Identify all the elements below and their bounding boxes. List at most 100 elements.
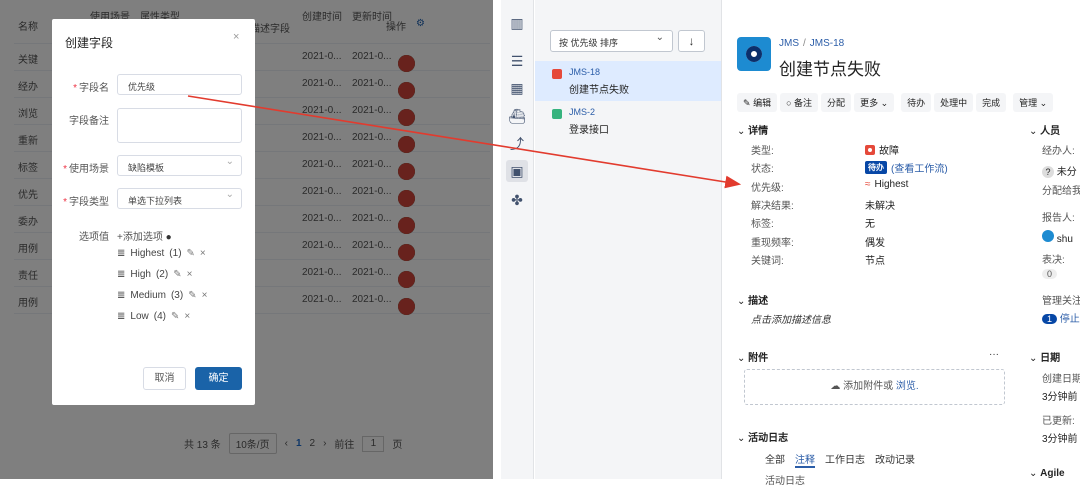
watchers-label: 管理关注 [1042,296,1080,307]
add-option-text: +添加选项 [117,232,163,243]
active-view-icon[interactable]: ▣ [506,160,528,182]
details-section[interactable]: 详情 [737,122,768,137]
board-icon[interactable]: ▦ [508,79,526,97]
drag-handle-icon[interactable]: ≣ [117,311,125,322]
agile-section[interactable]: Agile [1029,468,1064,479]
issue-item[interactable]: JMS-2 登录接口 [535,101,721,141]
updated-value: 3分钟前 [1042,434,1078,445]
type-label: * 字段类型 [63,197,109,208]
comment-button[interactable]: ○ 备注 [780,93,819,112]
priority-label: 优先级: [751,183,784,194]
edit-button[interactable]: ✎ 编辑 [737,93,778,112]
tab-history[interactable]: 改动记录 [875,451,915,468]
description-placeholder[interactable]: 点击添加描述信息 [751,311,831,326]
edit-option-icon[interactable]: ✎ [171,311,179,322]
highest-priority-icon: ≈ [865,179,871,190]
votes-count[interactable]: 0 [1042,269,1058,279]
frequency-value: 偶发 [865,238,885,249]
dates-section[interactable]: 日期 [1029,349,1060,364]
todo-button[interactable]: 待办 [901,93,932,112]
edit-option-icon[interactable]: ✎ [173,269,181,280]
edit-label: 编辑 [753,98,772,108]
tab-comments[interactable]: 注释 [795,451,815,468]
field-name-input[interactable]: 优先级 [117,74,242,95]
add-option-button[interactable]: +添加选项 ● [117,228,172,243]
crumb-project[interactable]: JMS [779,38,799,49]
cancel-button[interactable]: 取消 [143,367,186,390]
description-section[interactable]: 描述 [737,292,768,307]
drag-handle-icon[interactable]: ≣ [117,290,125,301]
crumb-issue[interactable]: JMS-18 [810,38,844,49]
created-value: 3分钟前 [1042,392,1078,403]
in-progress-button[interactable]: 处理中 [934,93,974,112]
issue-list: 按 优先级 排序 ↓ JMS-18 创建节点失败 JMS-2 登录接口 [535,0,721,479]
remove-option-icon[interactable]: × [200,248,206,259]
reporter-value: shu [1042,230,1073,245]
option-order: (4) [153,311,166,322]
unassigned-avatar-icon: ? [1042,166,1054,178]
option-item: ≣ High (2) ✎ × [117,269,192,280]
remove-option-icon[interactable]: × [184,311,190,322]
confirm-button[interactable]: 确定 [195,367,242,390]
tab-all[interactable]: 全部 [765,451,785,468]
drag-handle-icon[interactable]: ≣ [117,248,125,259]
more-button[interactable]: 更多 ⌄ [854,93,895,112]
resolution-label: 解决结果: [751,201,794,212]
field-name-label: * 字段名 [73,83,109,94]
keywords-label: 关键词: [751,256,784,267]
backlog-icon[interactable]: ▥ [508,14,526,32]
addons-icon[interactable]: ✤ [508,191,526,209]
scene-value: 缺陷模板 [128,163,165,173]
edit-option-icon[interactable]: ✎ [188,290,196,301]
attachment-dropzone[interactable]: ☁ 添加附件或 浏览. [744,369,1005,405]
browse-link[interactable]: 浏览. [896,381,919,392]
attachments-section[interactable]: 附件 [737,349,768,364]
scene-select[interactable]: 缺陷模板 [117,155,242,176]
tab-worklog[interactable]: 工作日志 [825,451,865,468]
admin-button[interactable]: 管理 ⌄ [1013,93,1054,112]
type-label-text: 字段类型 [69,197,109,208]
assignee-text: 未分 [1056,167,1077,178]
option-order: (3) [170,290,184,301]
releases-icon[interactable]: ⛴ [508,107,526,125]
edit-option-icon[interactable]: ✎ [187,248,195,259]
issue-item[interactable]: JMS-18 创建节点失败 [535,61,721,101]
watchers-value: 1 停止 [1042,310,1080,325]
bug-icon [865,144,875,155]
create-field-dialog: 创建字段 × *字段名 优先级 字段备注 *使用场景 缺陷模板 *字段类型 单选… [52,19,255,405]
view-workflow-link[interactable]: (查看工作流) [891,160,948,175]
field-note-textarea[interactable] [117,108,242,143]
issue-key: JMS-2 [569,107,596,117]
assign-button[interactable]: 分配 [821,93,852,112]
assign-to-me-link[interactable]: 分配给我 [1042,182,1080,197]
stop-watching-link[interactable]: 停止 [1060,314,1080,325]
remove-option-icon[interactable]: × [187,269,193,280]
option-order: (1) [169,248,182,259]
remove-option-icon[interactable]: × [202,290,208,301]
type-select[interactable]: 单选下拉列表 [117,188,242,209]
option-item: ≣ Medium (3) ✎ × [117,290,207,301]
sort-direction-button[interactable]: ↓ [678,30,705,52]
created-label: 创建日期 [1042,374,1080,385]
option-item: ≣ Highest (1) ✎ × [117,248,206,259]
issues-icon[interactable]: ☰ [508,52,526,70]
people-section[interactable]: 人员 [1029,122,1060,137]
close-icon[interactable]: × [233,31,239,43]
priority-value: ≈ Highest [865,179,908,190]
issue-summary: 登录接口 [569,125,609,136]
pencil-icon: ✎ [743,98,751,108]
attach-text: 添加附件或 [843,381,894,392]
attachments-more-icon[interactable]: ··· [989,349,999,360]
crumb-separator: / [803,38,806,49]
drag-handle-icon[interactable]: ≣ [117,269,125,280]
sort-select[interactable]: 按 优先级 排序 [550,30,673,52]
reporter-label: 报告人: [1042,213,1075,224]
comment-icon: ○ [786,98,792,108]
activity-section[interactable]: 活动日志 [737,429,788,444]
option-label: High [130,269,151,280]
watchers-count[interactable]: 1 [1042,314,1058,324]
reports-icon[interactable]: ⤴ [508,135,526,153]
done-button[interactable]: 完成 [976,93,1007,112]
votes-label: 表决: [1042,255,1065,266]
issue-summary: 创建节点失败 [569,85,629,96]
